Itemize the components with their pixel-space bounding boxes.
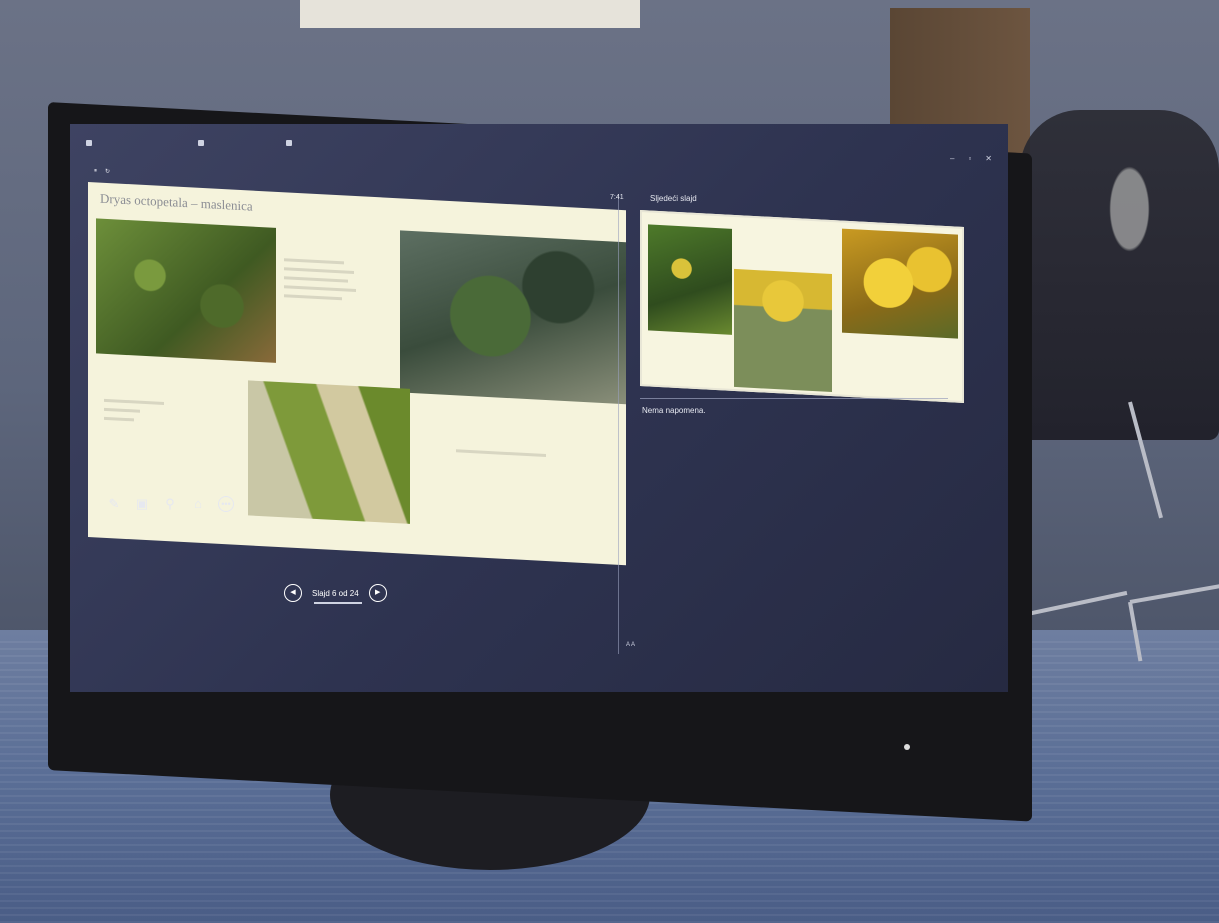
window-controls: – ▫ ✕: [950, 154, 992, 163]
pen-icon[interactable]: ✎: [106, 496, 122, 512]
slide-navigation: ◀ Slajd 6 od 24 ▶: [284, 584, 387, 602]
plant-photo-2: [400, 230, 626, 405]
plant-photo-3: [248, 380, 410, 524]
slide-tools: ✎ ▣ ⚲ ⌂ •••: [106, 496, 234, 512]
topbar-item-1[interactable]: [86, 140, 96, 146]
next-plant-photo-2: [734, 268, 832, 393]
paper-sheet: [300, 0, 640, 28]
topbar-item-2[interactable]: [198, 140, 208, 146]
slide-counter: Slajd 6 od 24: [312, 588, 359, 598]
more-options-icon[interactable]: •••: [218, 496, 234, 512]
next-slide-label: Sljedeći slajd: [650, 194, 697, 203]
slide-text-block-right: [456, 449, 546, 458]
notes-separator: [640, 398, 948, 399]
next-plant-photo-3: [842, 228, 958, 339]
next-plant-photo-1: [648, 224, 732, 335]
laser-pointer-icon[interactable]: ▣: [134, 496, 150, 512]
slide-title: Dryas octopetala – maslenica: [100, 190, 253, 214]
power-led: [904, 744, 910, 750]
display-settings-icon: [198, 140, 204, 146]
taskbar-icon: [86, 140, 92, 146]
display-settings-icon[interactable]: ⌂: [190, 496, 206, 512]
slide-progress-bar: [314, 602, 362, 604]
clock: 7:41: [610, 194, 624, 201]
pane-divider[interactable]: [618, 194, 619, 654]
slide-text-block-left: [104, 393, 164, 429]
timer-row: ⏸ ↻: [86, 168, 110, 175]
next-icon[interactable]: ▶: [368, 584, 387, 602]
prev-icon[interactable]: ◀: [284, 584, 302, 602]
end-show-icon: [286, 140, 292, 146]
zoom-icon[interactable]: ⚲: [162, 496, 178, 512]
pause-icon[interactable]: ⏸: [94, 168, 97, 175]
topbar-item-3[interactable]: [286, 140, 296, 146]
next-slide-preview[interactable]: [640, 210, 964, 403]
speaker-notes[interactable]: Nema napomena.: [642, 406, 706, 415]
font-size-controls[interactable]: A A: [626, 642, 635, 648]
restore-icon[interactable]: ▫: [968, 154, 971, 163]
presenter-view-screen: – ▫ ✕ ⏸ ↻ Dryas octopetala – maslenica ✎: [70, 124, 1008, 692]
plant-photo-1: [96, 218, 276, 363]
slide-text-block-middle: [284, 252, 356, 307]
minimize-icon[interactable]: –: [950, 154, 954, 163]
close-icon[interactable]: ✕: [985, 154, 992, 163]
reset-timer-icon[interactable]: ↻: [105, 168, 110, 175]
